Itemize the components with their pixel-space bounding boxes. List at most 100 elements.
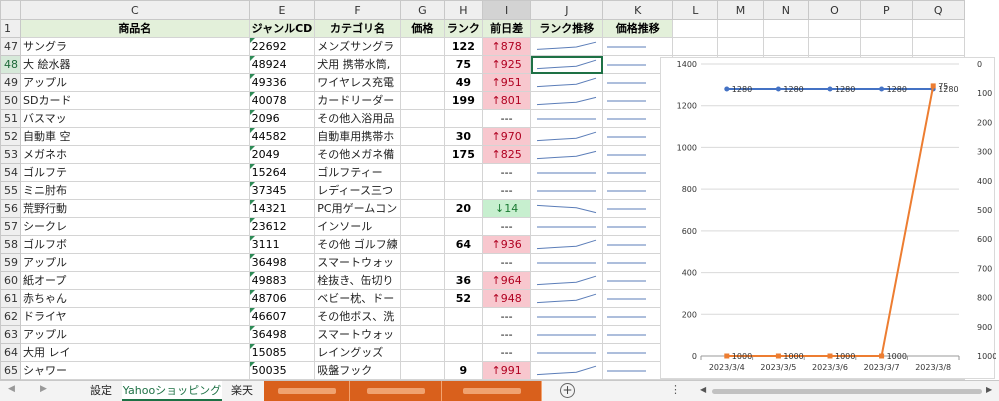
diff-cell[interactable]: ---	[481, 109, 532, 128]
column-header-I[interactable]: I	[481, 0, 532, 20]
rank-sparkline-cell[interactable]	[530, 199, 604, 218]
row-header[interactable]: 56	[0, 199, 21, 218]
diff-cell[interactable]: ↑936	[481, 235, 532, 254]
rank-price-chart[interactable]: 0 200 400 600 800 1000 1200 1400 0 100 200 300 400 50…	[660, 57, 996, 379]
rank-cell[interactable]: 30	[443, 127, 483, 146]
rank-cell[interactable]: 75	[443, 55, 483, 74]
diff-cell[interactable]: ↑825	[481, 145, 532, 164]
price-cell[interactable]	[399, 163, 445, 182]
rank-cell[interactable]	[443, 253, 483, 272]
category-cell[interactable]: ベビー枕、ドー	[314, 289, 401, 308]
row-header[interactable]: 62	[0, 307, 21, 326]
column-header-J[interactable]: J	[530, 0, 604, 20]
rank-sparkline-cell[interactable]	[530, 127, 604, 146]
tab-redacted-2[interactable]	[350, 381, 442, 401]
rank-sparkline-cell[interactable]	[530, 73, 604, 92]
genre-cd-cell[interactable]: 48924	[248, 55, 316, 74]
tab-yahoo-shopping[interactable]: Yahooショッピング	[122, 381, 222, 401]
category-cell[interactable]: 吸盤フック	[314, 361, 401, 380]
diff-cell[interactable]: ---	[481, 325, 532, 344]
category-cell[interactable]: メンズサングラ	[314, 37, 401, 56]
column-header-N[interactable]: N	[762, 0, 809, 20]
row-header[interactable]: 55	[0, 181, 21, 200]
product-name-cell[interactable]: 荒野行動	[20, 199, 250, 218]
more-options-icon[interactable]: ⋮	[670, 383, 681, 396]
diff-cell[interactable]: ↑925	[481, 55, 532, 74]
row-header[interactable]: 1	[0, 19, 21, 38]
category-cell[interactable]: その他 ゴルフ練	[314, 235, 401, 254]
header-cell[interactable]: 商品名	[20, 19, 250, 38]
rank-cell[interactable]: 9	[443, 361, 483, 380]
scroll-left-icon[interactable]: ◀	[700, 385, 706, 394]
rank-sparkline-cell[interactable]	[530, 307, 604, 326]
header-cell[interactable]: 価格推移	[602, 19, 674, 38]
rank-sparkline-cell[interactable]	[530, 145, 604, 164]
genre-cd-cell[interactable]: 15085	[248, 343, 316, 362]
rank-cell[interactable]: 52	[443, 289, 483, 308]
price-cell[interactable]	[399, 55, 445, 74]
empty-cell[interactable]	[672, 37, 719, 56]
price-cell[interactable]	[399, 91, 445, 110]
diff-cell[interactable]: ---	[481, 217, 532, 236]
empty-cell[interactable]	[717, 37, 764, 56]
category-cell[interactable]: その他メガネ備	[314, 145, 401, 164]
price-cell[interactable]	[399, 271, 445, 290]
rank-sparkline-cell[interactable]	[530, 109, 604, 128]
empty-cell[interactable]	[762, 37, 809, 56]
category-cell[interactable]: ゴルフティー	[314, 163, 401, 182]
empty-cell[interactable]	[859, 37, 913, 56]
genre-cd-cell[interactable]: 14321	[248, 199, 316, 218]
header-cell[interactable]: 前日差	[481, 19, 532, 38]
price-cell[interactable]	[399, 37, 445, 56]
row-header[interactable]: 63	[0, 325, 21, 344]
price-cell[interactable]	[399, 73, 445, 92]
genre-cd-cell[interactable]: 22692	[248, 37, 316, 56]
rank-cell[interactable]	[443, 343, 483, 362]
category-cell[interactable]: 栓抜き、缶切り	[314, 271, 401, 290]
diff-cell[interactable]: ↑964	[481, 271, 532, 290]
header-cell[interactable]: 価格	[399, 19, 445, 38]
select-all-corner[interactable]	[0, 0, 21, 20]
price-cell[interactable]	[399, 199, 445, 218]
diff-cell[interactable]: ↑878	[481, 37, 532, 56]
price-cell[interactable]	[399, 109, 445, 128]
diff-cell[interactable]: ↑970	[481, 127, 532, 146]
rank-cell[interactable]	[443, 109, 483, 128]
column-header-O[interactable]: O	[807, 0, 861, 20]
row-header[interactable]: 47	[0, 37, 21, 56]
empty-cell[interactable]	[672, 19, 719, 38]
empty-cell[interactable]	[911, 37, 965, 56]
rank-sparkline-cell[interactable]	[530, 343, 604, 362]
horizontal-scrollbar[interactable]: ◀ ▶	[700, 385, 995, 396]
empty-cell[interactable]	[911, 19, 965, 38]
category-cell[interactable]: ワイヤレス充電	[314, 73, 401, 92]
price-cell[interactable]	[399, 145, 445, 164]
rank-cell[interactable]: 199	[443, 91, 483, 110]
price-cell[interactable]	[399, 127, 445, 146]
rank-sparkline-cell[interactable]	[530, 325, 604, 344]
scroll-right-icon[interactable]: ▶	[986, 385, 992, 394]
row-header[interactable]: 64	[0, 343, 21, 362]
price-cell[interactable]	[399, 235, 445, 254]
price-cell[interactable]	[399, 361, 445, 380]
price-cell[interactable]	[399, 181, 445, 200]
diff-cell[interactable]: ---	[481, 343, 532, 362]
rank-cell[interactable]: 49	[443, 73, 483, 92]
product-name-cell[interactable]: 紙オープ	[20, 271, 250, 290]
diff-cell[interactable]: ↓14	[481, 199, 532, 218]
product-name-cell[interactable]: SDカード	[20, 91, 250, 110]
product-name-cell[interactable]: ゴルフテ	[20, 163, 250, 182]
genre-cd-cell[interactable]: 2096	[248, 109, 316, 128]
rank-sparkline-cell[interactable]	[530, 235, 604, 254]
genre-cd-cell[interactable]: 44582	[248, 127, 316, 146]
row-header[interactable]: 65	[0, 361, 21, 380]
product-name-cell[interactable]: シークレ	[20, 217, 250, 236]
product-name-cell[interactable]: メガネホ	[20, 145, 250, 164]
diff-cell[interactable]: ↑991	[481, 361, 532, 380]
product-name-cell[interactable]: 大 絵水器	[20, 55, 250, 74]
column-header-P[interactable]: P	[859, 0, 913, 20]
tab-redacted-3[interactable]	[442, 381, 542, 401]
rank-cell[interactable]: 64	[443, 235, 483, 254]
genre-cd-cell[interactable]: 15264	[248, 163, 316, 182]
rank-sparkline-cell[interactable]	[530, 91, 604, 110]
